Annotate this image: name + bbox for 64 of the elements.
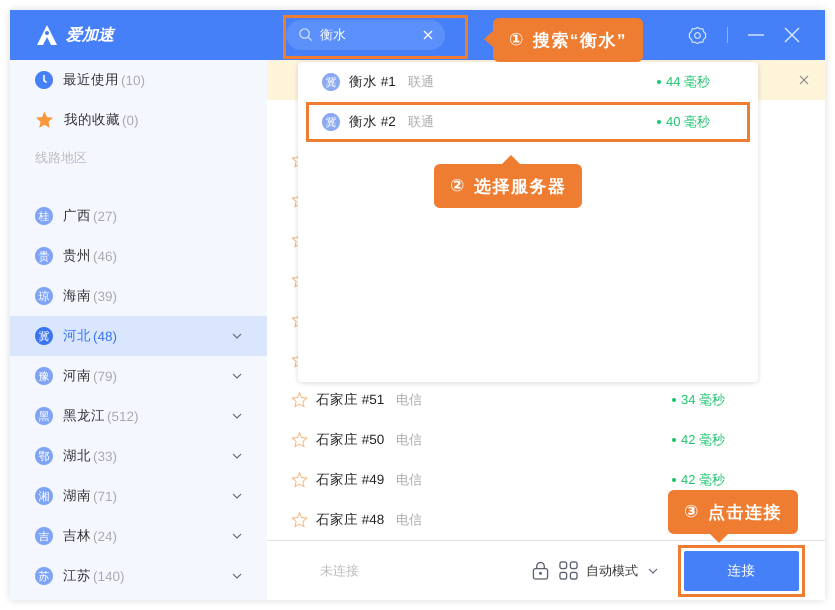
rocket-logo-icon: [36, 24, 58, 46]
region-item[interactable]: 桂 广西(27): [10, 196, 267, 236]
region-item[interactable]: 黑 黑龙江(512): [10, 396, 267, 436]
region-item[interactable]: 冀 河北(48): [10, 316, 267, 356]
region-badge: 贵: [35, 247, 53, 265]
region-badge: 黑: [35, 407, 53, 425]
isp-label: 电信: [396, 431, 423, 449]
sidebar-item[interactable]: 最近使用(10): [10, 60, 267, 100]
chevron-down-icon[interactable]: [232, 533, 242, 539]
isp-label: 电信: [396, 391, 423, 409]
star-outline-icon[interactable]: [291, 392, 308, 408]
chevron-down-icon[interactable]: [232, 573, 242, 579]
search-icon: [298, 27, 313, 42]
server-name: 石家庄 #48: [316, 511, 386, 529]
lock-icon[interactable]: [532, 561, 549, 580]
search-result-item[interactable]: 冀 衡水 #2 联通 40 毫秒: [306, 102, 750, 142]
app-name: 爱加速: [66, 25, 114, 46]
region-item[interactable]: 贵 贵州(46): [10, 236, 267, 276]
latency-label: 42 毫秒: [672, 431, 825, 449]
region-item[interactable]: 吉 吉林(24): [10, 516, 267, 556]
star-icon: [35, 111, 54, 129]
isp-label: 电信: [396, 471, 423, 489]
region-badge: 琼: [35, 287, 53, 305]
region-badge: 鄂: [35, 447, 53, 465]
region-item[interactable]: 湘 湖南(71): [10, 476, 267, 516]
region-badge: 豫: [35, 367, 53, 385]
callout-pointer: [710, 534, 728, 543]
chevron-down-icon[interactable]: [648, 568, 658, 574]
region-badge: 吉: [35, 527, 53, 545]
mode-selector[interactable]: 自动模式: [586, 562, 638, 580]
sidebar-item[interactable]: 我的收藏(0): [10, 100, 267, 140]
connect-button[interactable]: 连接: [684, 550, 799, 590]
chevron-down-icon[interactable]: [232, 333, 242, 339]
chevron-down-icon[interactable]: [232, 413, 242, 419]
latency-label: 42 毫秒: [672, 471, 825, 489]
chevron-down-icon[interactable]: [232, 493, 242, 499]
server-name: 石家庄 #51: [316, 391, 386, 409]
region-item[interactable]: 豫 河南(79): [10, 356, 267, 396]
region-item[interactable]: 鄂 湖北(33): [10, 436, 267, 476]
latency-label: 34 毫秒: [672, 391, 825, 409]
star-outline-icon[interactable]: [291, 432, 308, 448]
search-result-item[interactable]: 冀 衡水 #1 联通 44 毫秒: [306, 62, 750, 102]
region-badge: 湘: [35, 487, 53, 505]
isp-label: 电信: [396, 511, 423, 529]
callout-pointer: [502, 155, 520, 164]
server-name: 石家庄 #49: [316, 471, 386, 489]
callout-pointer: [484, 31, 493, 47]
star-outline-icon[interactable]: [291, 472, 308, 488]
clear-icon[interactable]: [423, 30, 433, 40]
star-outline-icon[interactable]: [291, 512, 308, 528]
region-item[interactable]: 琼 海南(39): [10, 276, 267, 316]
chevron-down-icon[interactable]: [232, 373, 242, 379]
region-item[interactable]: 苏 江苏(140): [10, 556, 267, 596]
region-badge: 桂: [35, 207, 53, 225]
region-badge: 苏: [35, 567, 53, 585]
section-label: 线路地区: [34, 149, 88, 167]
chevron-down-icon[interactable]: [232, 453, 242, 459]
close-icon[interactable]: [799, 75, 809, 85]
connection-status: 未连接: [320, 562, 359, 580]
server-name: 石家庄 #50: [316, 431, 386, 449]
settings-icon[interactable]: [688, 26, 707, 44]
grid-icon: [559, 561, 578, 580]
clock-icon: [35, 71, 53, 89]
region-badge: 冀: [35, 327, 53, 345]
